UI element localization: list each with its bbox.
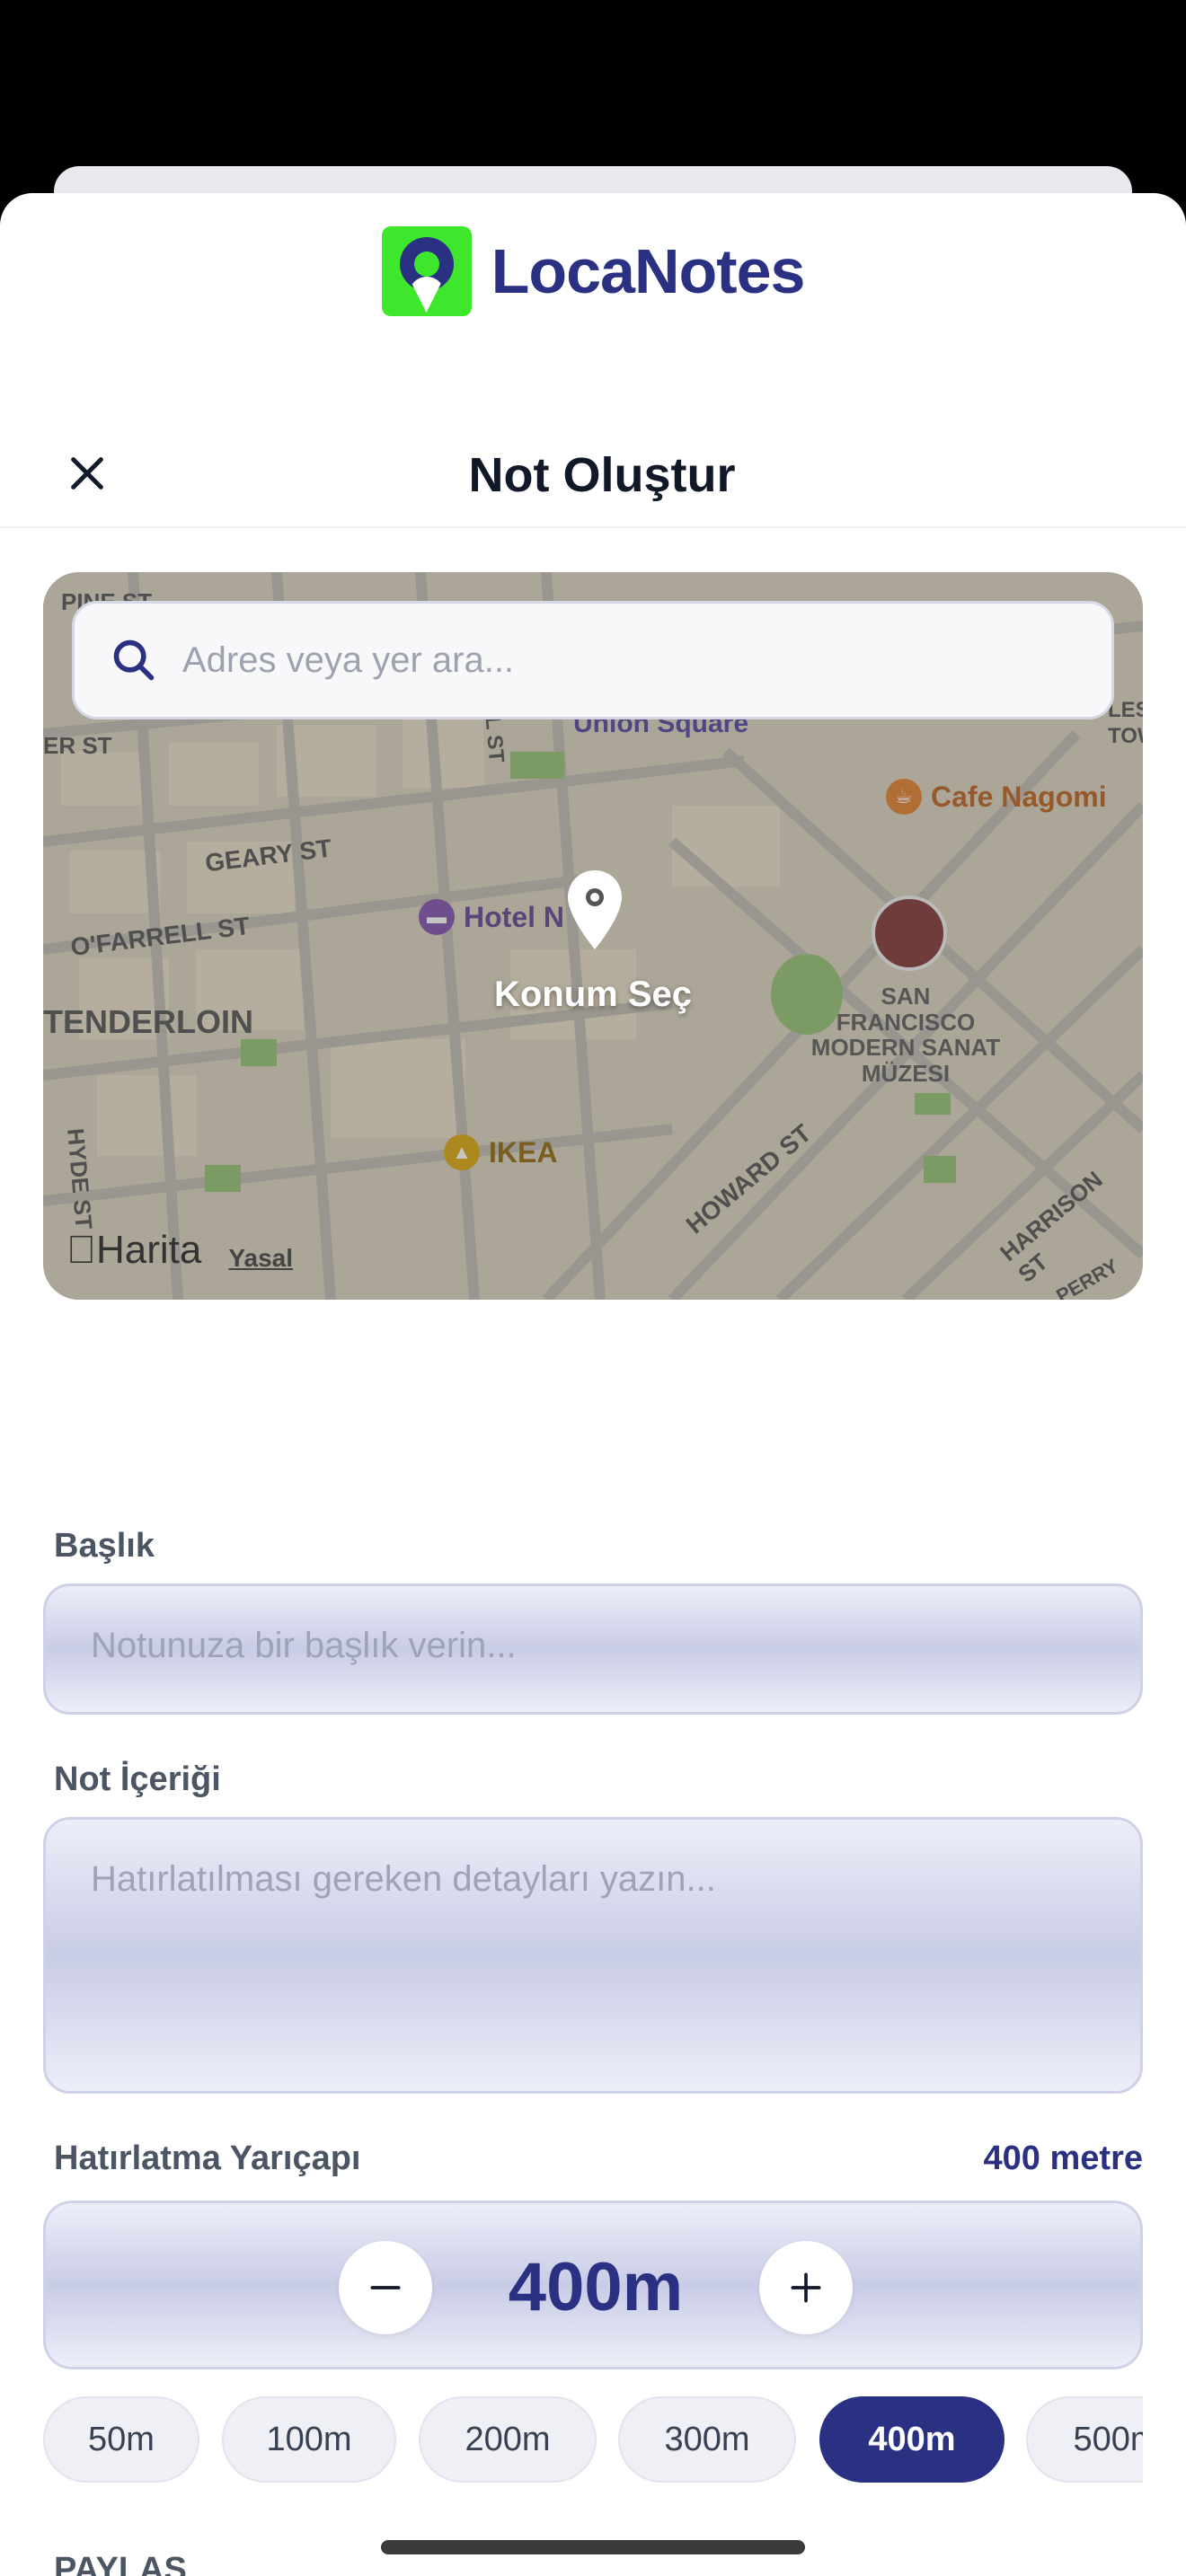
- radius-preset-chips: 50m 100m 200m 300m 400m 500m: [43, 2396, 1143, 2486]
- chip-100m[interactable]: 100m: [222, 2396, 396, 2483]
- screen: LocaNotes Not Oluştur ER ST GEARY ST O'F…: [0, 0, 1186, 2576]
- content-field[interactable]: [43, 1817, 1143, 2094]
- chip-400m[interactable]: 400m: [819, 2396, 1005, 2483]
- chip-200m[interactable]: 200m: [419, 2396, 597, 2483]
- chip-50m[interactable]: 50m: [43, 2396, 199, 2483]
- plus-icon: [791, 2272, 821, 2303]
- page-title: Not Oluştur: [468, 448, 736, 502]
- app-logo: LocaNotes: [0, 226, 1186, 316]
- chip-300m[interactable]: 300m: [618, 2396, 796, 2483]
- increase-radius-button[interactable]: [759, 2241, 853, 2334]
- title-label: Başlık: [54, 1527, 155, 1565]
- title-input[interactable]: [91, 1626, 1079, 1666]
- location-pin-icon[interactable]: [564, 869, 625, 955]
- content-textarea[interactable]: [91, 1859, 1097, 2066]
- pin-label: Konum Seç: [493, 975, 693, 1014]
- legal-link[interactable]: Yasal: [228, 1244, 293, 1273]
- content-label: Not İçeriği: [54, 1760, 221, 1798]
- radius-value-text: 400 metre: [983, 2139, 1143, 2177]
- radius-display: 400m: [508, 2249, 684, 2325]
- address-search[interactable]: [72, 601, 1114, 719]
- location-pin-logo-icon: [381, 226, 472, 316]
- share-label: PAYLAŞ: [54, 2551, 187, 2576]
- location-map[interactable]: PINE ST ER ST GEARY ST O'FARRELL ST TEND…: [43, 572, 1143, 1300]
- title-field[interactable]: [43, 1584, 1143, 1715]
- search-input[interactable]: [182, 640, 991, 681]
- map-attribution: Harita Yasal: [66, 1228, 293, 1273]
- home-indicator[interactable]: [381, 2540, 805, 2554]
- header: Not Oluştur: [0, 422, 1186, 530]
- radius-stepper: 400m: [43, 2201, 1143, 2369]
- map-brand: Harita: [66, 1228, 201, 1272]
- search-icon: [113, 640, 155, 681]
- header-divider: [0, 526, 1186, 528]
- radius-label: Hatırlatma Yarıçapı: [54, 2139, 361, 2177]
- chip-500m[interactable]: 500m: [1026, 2396, 1143, 2483]
- logo-text: LocaNotes: [491, 236, 806, 306]
